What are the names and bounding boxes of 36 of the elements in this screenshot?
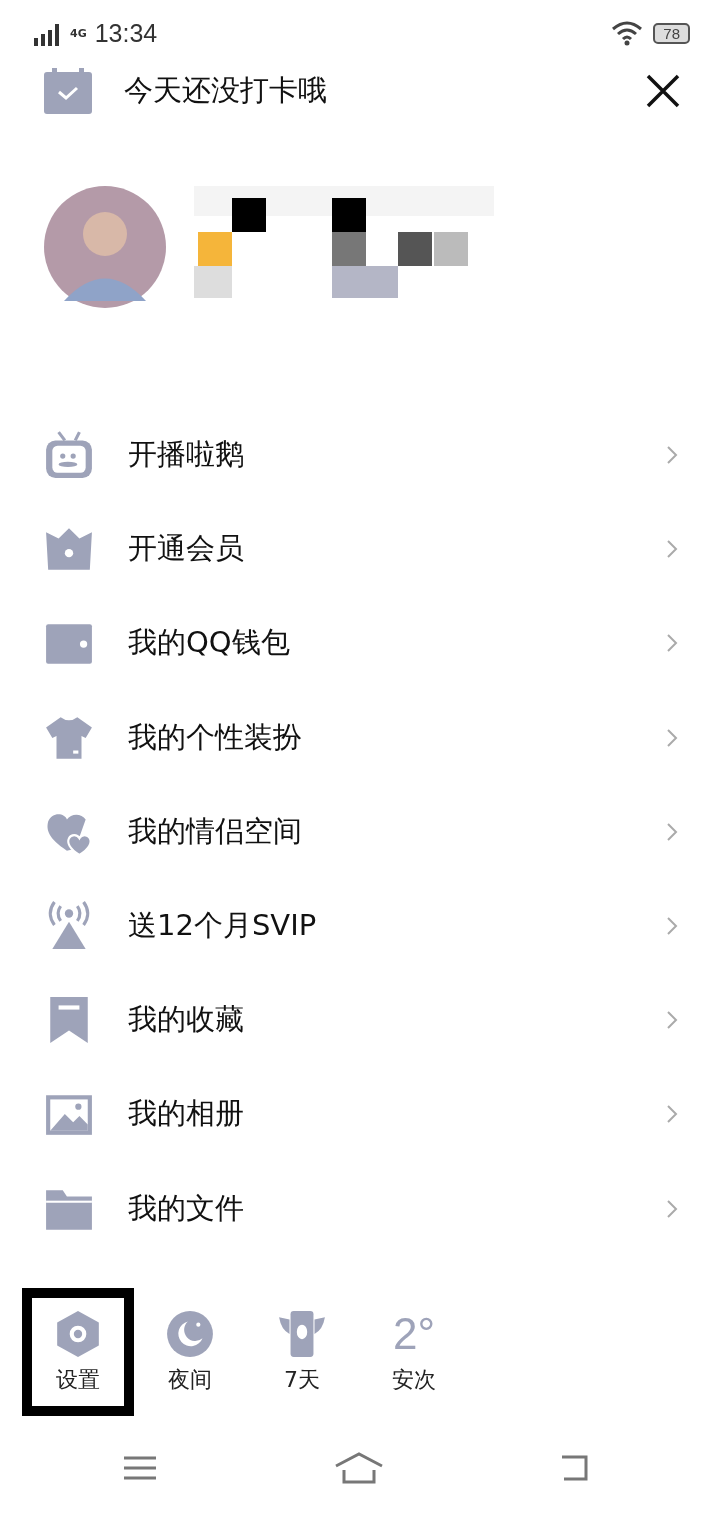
menu-item[interactable]: 开播啦鹅 <box>128 435 632 476</box>
chevron-right-icon <box>666 1198 678 1219</box>
menu-item[interactable]: 我的QQ钱包 <box>128 623 632 664</box>
menu-item[interactable]: 我的文件 <box>128 1188 632 1229</box>
close-icon[interactable] <box>646 74 680 108</box>
moon-icon <box>165 1309 215 1359</box>
action-label[interactable]: 安次 <box>392 1365 436 1395</box>
winged-phone-icon <box>277 1309 327 1359</box>
back-icon[interactable] <box>560 1453 590 1483</box>
home-icon[interactable] <box>334 1452 384 1484</box>
chevron-right-icon <box>666 727 678 748</box>
menu-item[interactable]: 我的收藏 <box>128 1000 632 1041</box>
tv-face-icon <box>44 430 94 481</box>
temperature: 2° <box>392 1309 436 1359</box>
avatar[interactable] <box>44 186 166 308</box>
action-label[interactable]: 夜间 <box>168 1365 212 1395</box>
action-label[interactable]: 设置 <box>56 1365 100 1395</box>
menu-icon[interactable] <box>122 1455 158 1481</box>
menu-item[interactable]: 我的相册 <box>128 1094 632 1135</box>
action-label[interactable]: 7天 <box>284 1365 320 1395</box>
menu-item[interactable]: 送12个月SVIP <box>128 906 632 947</box>
chevron-right-icon <box>666 821 678 842</box>
menu-item[interactable]: 我的情侣空间 <box>128 811 632 852</box>
chevron-right-icon <box>666 916 678 937</box>
chevron-right-icon <box>666 539 678 560</box>
calendar-check-icon <box>44 68 92 114</box>
chevron-right-icon <box>666 445 678 466</box>
battery-level: 78 <box>653 22 690 44</box>
clock-time: 13:34 <box>94 18 158 48</box>
check-in-reminder: 今天还没打卡哦 <box>124 72 328 109</box>
chevron-right-icon <box>666 1010 678 1031</box>
chevron-right-icon <box>666 1104 678 1125</box>
menu-item[interactable]: 开通会员 <box>128 529 632 570</box>
menu-item[interactable]: 我的个性装扮 <box>128 717 632 758</box>
network-type: 4G <box>70 26 87 40</box>
chevron-right-icon <box>666 633 678 654</box>
